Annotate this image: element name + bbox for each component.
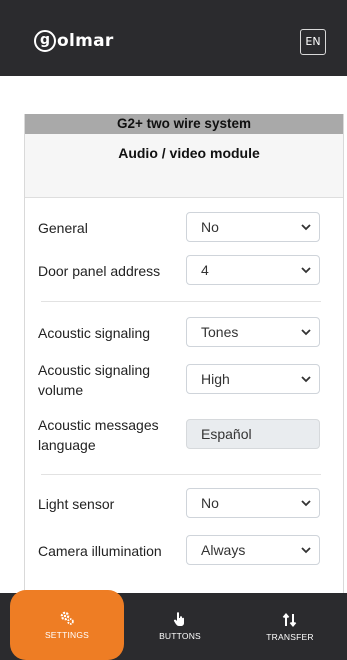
setting-label: Door panel address: [38, 263, 161, 279]
setting-label: Light sensor: [38, 496, 115, 512]
general-select[interactable]: No: [186, 212, 320, 242]
select-value: 4: [201, 262, 209, 278]
setting-label: Acoustic signaling volume: [38, 362, 151, 398]
setting-label: Camera illumination: [38, 543, 162, 559]
chevron-down-icon: [301, 547, 311, 554]
acoustic-signaling-volume-select[interactable]: High: [186, 364, 320, 394]
section-divider: [41, 474, 321, 475]
chevron-down-icon: [301, 376, 311, 383]
top-bar: g olmar EN: [0, 0, 347, 76]
nav-label: TRANSFER: [266, 632, 314, 642]
nav-label: BUTTONS: [159, 631, 201, 641]
chevron-down-icon: [301, 224, 311, 231]
gears-icon: [60, 611, 74, 625]
door-panel-address-select[interactable]: 4: [186, 255, 320, 285]
logo-text: olmar: [57, 31, 114, 51]
acoustic-signaling-select[interactable]: Tones: [186, 317, 320, 347]
module-card: G2+ two wire system Audio / video module…: [24, 114, 344, 594]
chevron-down-icon: [301, 267, 311, 274]
nav-settings[interactable]: SETTINGS: [10, 590, 124, 660]
section-divider: [41, 301, 321, 302]
setting-label: General: [38, 220, 88, 236]
camera-illumination-select[interactable]: Always: [186, 535, 320, 565]
nav-buttons[interactable]: BUTTONS: [130, 593, 230, 660]
language-button[interactable]: EN: [300, 29, 326, 55]
chevron-down-icon: [301, 329, 311, 336]
bottom-nav: SETTINGS BUTTONS TRANSFER: [0, 590, 347, 660]
logo-letter: g: [34, 30, 56, 52]
select-value: No: [201, 219, 219, 235]
golmar-logo: g olmar: [34, 29, 114, 53]
select-value: High: [201, 371, 230, 387]
select-value: Español: [201, 426, 252, 442]
chevron-down-icon: [301, 500, 311, 507]
select-value: No: [201, 495, 219, 511]
select-value: Tones: [201, 324, 239, 340]
setting-label: Acoustic signaling: [38, 325, 151, 341]
setting-label: Acoustic messages language: [38, 417, 159, 453]
light-sensor-select[interactable]: No: [186, 488, 320, 518]
transfer-arrows-icon: [282, 612, 297, 628]
system-title: G2+ two wire system: [25, 114, 343, 134]
nav-transfer[interactable]: TRANSFER: [240, 593, 340, 660]
select-value: Always: [201, 542, 246, 558]
hand-pointer-icon: [173, 612, 184, 626]
nav-label: SETTINGS: [44, 630, 90, 640]
module-title: Audio / video module: [25, 134, 343, 198]
acoustic-messages-language-field: Español: [186, 419, 320, 449]
